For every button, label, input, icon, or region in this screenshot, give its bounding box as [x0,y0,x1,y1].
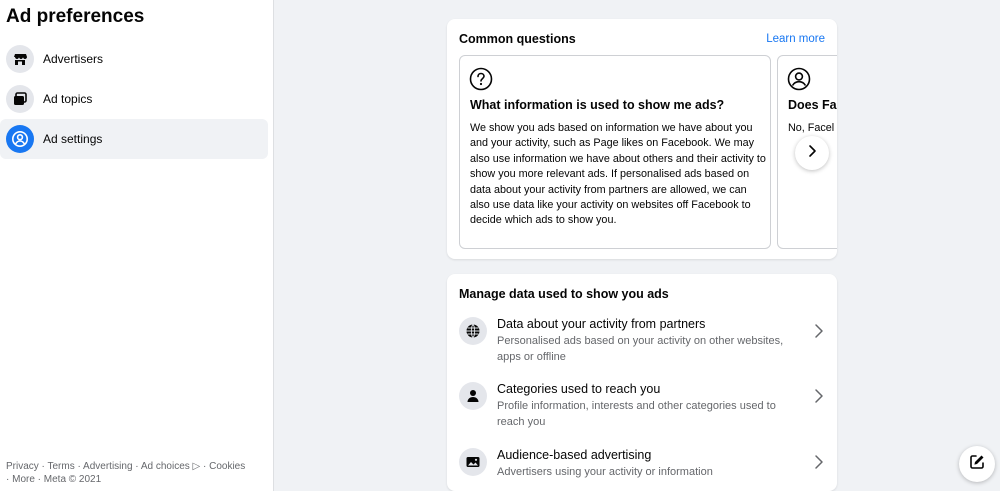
row-title: Audience-based advertising [497,448,652,462]
row-title: Categories used to reach you [497,382,661,396]
learn-more-link[interactable]: Learn more [766,33,825,45]
sidebar-title: Ad preferences [6,6,145,27]
globe-icon [459,317,487,345]
question-answer: We show you ads based on information we … [470,122,766,227]
manage-data-row-categories[interactable]: Categories used to reach you Profile inf… [459,382,825,442]
chevron-right-icon [805,144,819,163]
chevron-right-icon [813,323,825,344]
question-circle-icon [469,67,493,91]
person-icon [459,382,487,410]
ad-topics-icon [6,85,34,113]
chevron-right-icon [813,454,825,475]
question-title: What information is used to show me ads? [470,98,725,112]
compose-button[interactable] [959,446,995,482]
common-questions-card: Common questions Learn more What informa… [447,19,837,259]
sidebar-item-label: Ad topics [43,92,93,106]
question-answer: No, Facel pe al [788,122,837,134]
card-title: Manage data used to show you ads [459,287,669,301]
row-description: Personalised ads based on your activity … [497,335,784,363]
sidebar-item-label: Advertisers [43,52,104,66]
chevron-right-icon [813,388,825,409]
row-description: Profile information, interests and other… [497,400,776,428]
row-description: Advertisers using your activity or infor… [497,466,713,478]
sidebar: Ad preferences Advertisers Ad topics Ad … [0,0,274,491]
manage-data-row-partners[interactable]: Data about your activity from partners P… [459,317,825,377]
person-circle-icon [787,67,811,91]
question-title: Does Fa [788,98,837,112]
manage-data-row-audience[interactable]: Audience-based advertising Advertisers u… [459,448,825,491]
footer-line[interactable]: · More · Meta © 2021 [6,473,268,486]
card-title: Common questions [459,32,576,46]
compose-icon [968,453,986,476]
sidebar-item-ad-settings[interactable]: Ad settings [0,119,268,159]
sidebar-item-label: Ad settings [43,132,103,146]
sidebar-item-advertisers[interactable]: Advertisers [0,39,268,79]
sidebar-item-ad-topics[interactable]: Ad topics [0,79,268,119]
footer-links: Privacy · Terms · Advertising · Ad choic… [6,460,268,486]
question-card[interactable]: What information is used to show me ads?… [459,55,771,249]
manage-data-card: Manage data used to show you ads Data ab… [447,274,837,491]
image-icon [459,448,487,476]
carousel-next-button[interactable] [795,136,829,170]
storefront-icon [6,45,34,73]
sidebar-nav: Advertisers Ad topics Ad settings [0,39,274,159]
row-title: Data about your activity from partners [497,317,706,331]
footer-line[interactable]: Privacy · Terms · Advertising · Ad choic… [6,460,268,473]
person-circle-icon [6,125,34,153]
